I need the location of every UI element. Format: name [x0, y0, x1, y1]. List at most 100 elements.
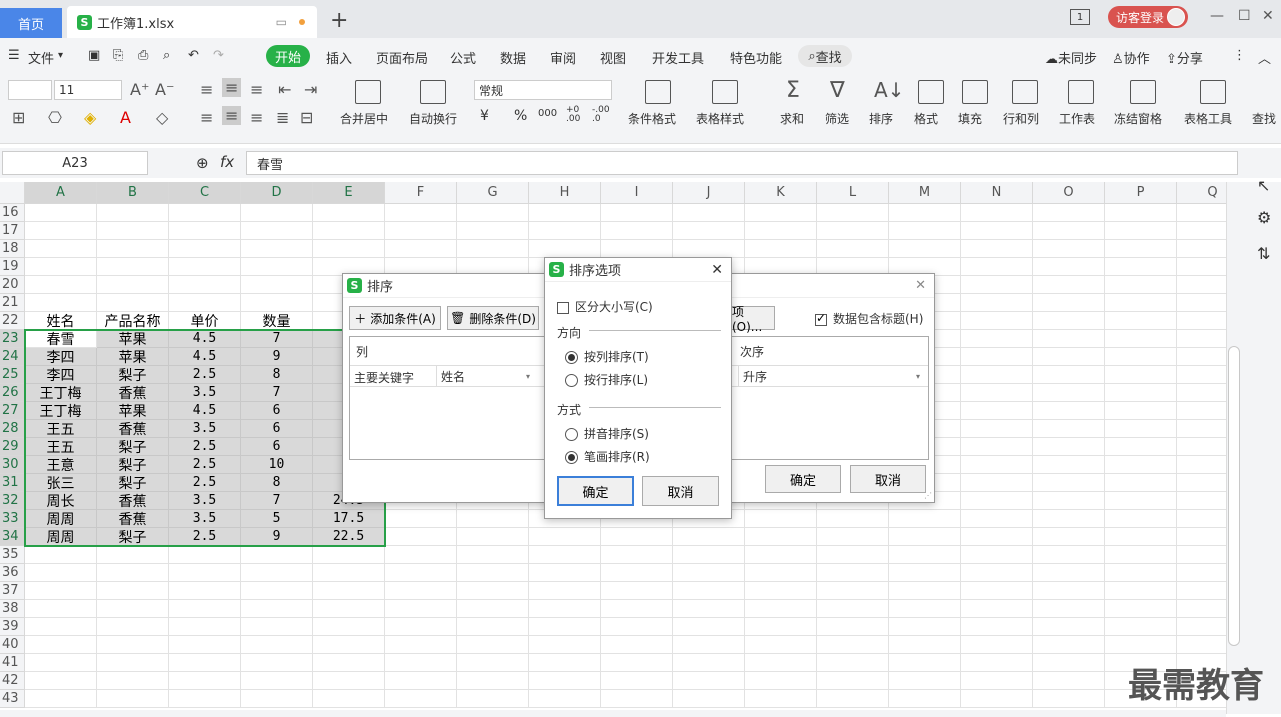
formula-input[interactable]: 春雪 — [246, 151, 1238, 175]
options-ok-button[interactable]: 确定 — [557, 476, 634, 506]
currency-button[interactable]: ¥ — [480, 108, 489, 124]
menu-review[interactable]: 审阅 — [550, 48, 576, 67]
wrap-button[interactable]: 自动换行 — [409, 110, 457, 127]
font-color-icon[interactable]: A — [120, 108, 131, 127]
cell[interactable] — [385, 240, 457, 258]
cell[interactable] — [1033, 654, 1105, 672]
cell[interactable] — [313, 654, 385, 672]
cell[interactable] — [961, 312, 1033, 330]
menu-insert[interactable]: 插入 — [326, 48, 352, 67]
cell[interactable] — [1033, 528, 1105, 546]
cell[interactable] — [1177, 564, 1226, 582]
cell[interactable] — [961, 258, 1033, 276]
cell[interactable] — [817, 618, 889, 636]
cell[interactable] — [1177, 600, 1226, 618]
delete-condition-button[interactable]: 🗑 删除条件(D) — [447, 306, 539, 330]
cell[interactable] — [25, 546, 97, 564]
row-header[interactable]: 38 — [0, 600, 25, 618]
conditional-format-icon[interactable] — [645, 80, 671, 104]
cell[interactable] — [241, 258, 313, 276]
cell[interactable] — [961, 456, 1033, 474]
number-format-select[interactable]: 常规 — [474, 80, 612, 100]
indent-increase-icon[interactable]: ⇥ — [304, 80, 317, 99]
cell[interactable] — [25, 582, 97, 600]
cell[interactable] — [457, 222, 529, 240]
column-header[interactable]: B — [97, 182, 169, 204]
cell[interactable] — [673, 240, 745, 258]
cell[interactable] — [529, 600, 601, 618]
menu-data[interactable]: 数据 — [500, 48, 526, 67]
cell[interactable] — [385, 582, 457, 600]
cell[interactable] — [241, 672, 313, 690]
cell[interactable] — [673, 600, 745, 618]
cell[interactable] — [961, 528, 1033, 546]
cell[interactable] — [601, 240, 673, 258]
cell[interactable] — [817, 690, 889, 708]
cell[interactable] — [673, 636, 745, 654]
cell[interactable] — [1177, 420, 1226, 438]
horizontal-scrollbar[interactable] — [0, 710, 1226, 717]
row-header[interactable]: 35 — [0, 546, 25, 564]
cell[interactable] — [745, 240, 817, 258]
cell[interactable]: 产品名称 — [97, 312, 169, 330]
freeze-button[interactable]: 冻结窗格 — [1114, 110, 1162, 127]
cell[interactable] — [1033, 546, 1105, 564]
row-header[interactable]: 21 — [0, 294, 25, 312]
cell[interactable] — [1177, 366, 1226, 384]
cell[interactable] — [1033, 204, 1105, 222]
row-header[interactable]: 43 — [0, 690, 25, 708]
cell[interactable] — [25, 276, 97, 294]
cell[interactable] — [457, 654, 529, 672]
cell[interactable] — [25, 240, 97, 258]
cell[interactable] — [1177, 258, 1226, 276]
cell[interactable] — [25, 294, 97, 312]
cell[interactable] — [457, 240, 529, 258]
cell[interactable] — [1177, 276, 1226, 294]
cell[interactable] — [97, 240, 169, 258]
cell[interactable] — [745, 528, 817, 546]
table-style-button[interactable]: 表格样式 — [696, 110, 744, 127]
find-button[interactable]: 查找 — [1252, 110, 1281, 127]
cell[interactable] — [1105, 528, 1177, 546]
sort-button[interactable]: 排序 — [869, 110, 893, 127]
cell[interactable] — [97, 294, 169, 312]
cell[interactable] — [673, 618, 745, 636]
border-icon[interactable]: ⊞ — [12, 108, 25, 127]
cell[interactable] — [1177, 456, 1226, 474]
case-sensitive-checkbox[interactable]: 区分大小写(C) — [557, 298, 653, 315]
cell[interactable] — [1177, 330, 1226, 348]
cell[interactable] — [529, 618, 601, 636]
cell[interactable] — [1177, 240, 1226, 258]
cell[interactable] — [889, 582, 961, 600]
cell[interactable] — [817, 546, 889, 564]
resize-grip-icon[interactable]: ⋰ — [924, 491, 932, 500]
cell[interactable] — [961, 402, 1033, 420]
cell[interactable] — [457, 636, 529, 654]
cell[interactable] — [1105, 312, 1177, 330]
cell[interactable] — [817, 600, 889, 618]
cell[interactable] — [1033, 294, 1105, 312]
cell[interactable] — [1105, 618, 1177, 636]
fx-icon[interactable]: fx — [220, 153, 234, 171]
cell[interactable] — [313, 600, 385, 618]
fill-button[interactable]: 填充 — [958, 110, 982, 127]
cell[interactable] — [1105, 384, 1177, 402]
cell[interactable] — [385, 528, 457, 546]
cell[interactable] — [169, 636, 241, 654]
row-header[interactable]: 27 — [0, 402, 25, 420]
cell[interactable] — [169, 222, 241, 240]
cell[interactable] — [529, 564, 601, 582]
cell[interactable] — [1177, 222, 1226, 240]
row-header[interactable]: 37 — [0, 582, 25, 600]
sort-icon[interactable]: A↓ — [874, 78, 904, 102]
cell[interactable] — [745, 582, 817, 600]
cell[interactable] — [1105, 294, 1177, 312]
cell[interactable] — [529, 672, 601, 690]
cell[interactable] — [673, 546, 745, 564]
row-header[interactable]: 40 — [0, 636, 25, 654]
cell[interactable] — [1177, 636, 1226, 654]
sort-ok-button[interactable]: 确定 — [765, 465, 841, 493]
stroke-radio[interactable]: 笔画排序(R) — [565, 448, 650, 465]
cell[interactable] — [889, 690, 961, 708]
column-header[interactable]: M — [889, 182, 961, 204]
